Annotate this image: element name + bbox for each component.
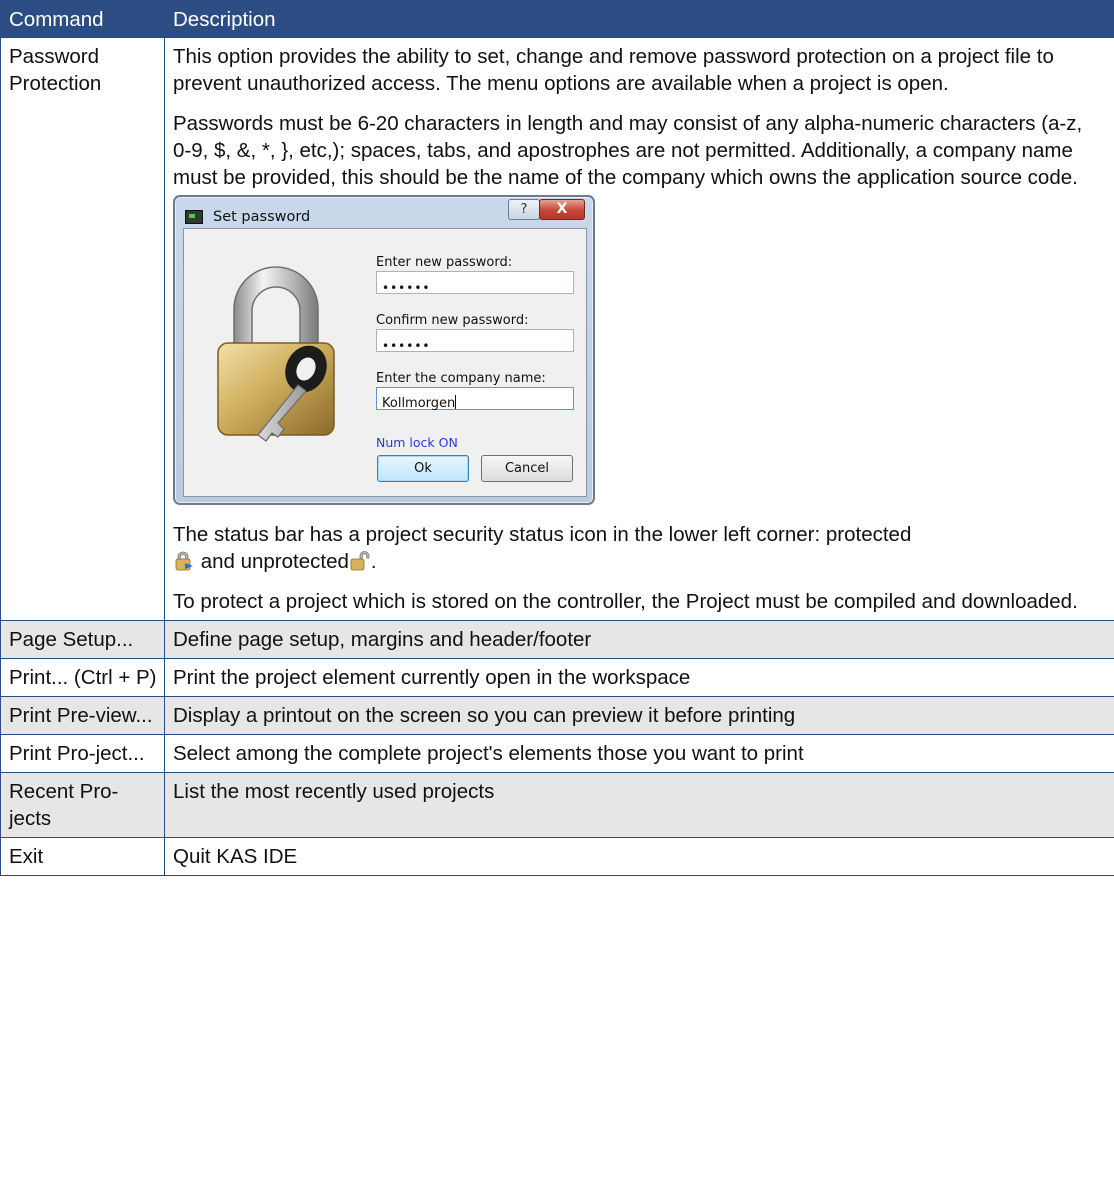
lock-closed-icon bbox=[175, 551, 193, 571]
ok-button[interactable]: Ok bbox=[377, 455, 469, 482]
confirm-password-field[interactable]: •••••• bbox=[376, 329, 574, 353]
command-table: Command Description Password Protection … bbox=[0, 0, 1114, 876]
dialog-titlebar: Set password bbox=[185, 205, 310, 229]
table-row: Recent Pro-jects List the most recently … bbox=[0, 772, 1114, 838]
table-row: Password Protection This option provides… bbox=[0, 37, 1114, 621]
description-cell: This option provides the ability to set,… bbox=[164, 37, 1114, 621]
padlock-key-icon bbox=[217, 266, 335, 442]
numlock-status: Num lock ON bbox=[376, 435, 458, 450]
table-row: Print... (Ctrl + P) Print the project el… bbox=[0, 658, 1114, 697]
table-row: Print Pre-view... Display a printout on … bbox=[0, 696, 1114, 735]
status-text-mid: and unprotected bbox=[200, 550, 349, 573]
description-paragraph: To protect a project which is stored on … bbox=[173, 590, 1078, 613]
command-cell: Print Pro-ject... bbox=[0, 734, 165, 773]
command-cell: Recent Pro-jects bbox=[0, 772, 165, 838]
close-button[interactable]: X bbox=[539, 199, 585, 220]
dialog-body: Enter new password: •••••• Confirm new p… bbox=[183, 228, 587, 497]
company-name-field[interactable]: Kollmorgen bbox=[376, 387, 574, 411]
status-text-end: . bbox=[370, 550, 377, 573]
app-window-icon bbox=[185, 210, 203, 224]
status-paragraph: The status bar has a project security st… bbox=[173, 521, 1106, 575]
header-command: Command bbox=[0, 0, 165, 38]
description-paragraph: Passwords must be 6-20 characters in len… bbox=[173, 112, 1083, 189]
description-cell: Select among the complete project's elem… bbox=[164, 734, 1114, 773]
help-button[interactable]: ? bbox=[508, 199, 540, 220]
description-paragraph: This option provides the ability to set,… bbox=[173, 45, 1054, 95]
table-row: Print Pro-ject... Select among the compl… bbox=[0, 734, 1114, 773]
lock-open-icon bbox=[350, 551, 370, 571]
command-cell: Exit bbox=[0, 837, 165, 876]
new-password-field[interactable]: •••••• bbox=[376, 271, 574, 295]
status-text-prefix: The status bar has a project security st… bbox=[173, 523, 912, 546]
description-cell: Print the project element currently open… bbox=[164, 658, 1114, 697]
text-caret bbox=[455, 395, 457, 409]
table-row: Page Setup... Define page setup, margins… bbox=[0, 620, 1114, 659]
command-cell: Print Pre-view... bbox=[0, 696, 165, 735]
header-description: Description bbox=[164, 0, 1114, 38]
description-cell: Quit KAS IDE bbox=[164, 837, 1114, 876]
command-cell: Print... (Ctrl + P) bbox=[0, 658, 165, 697]
cancel-button[interactable]: Cancel bbox=[481, 455, 573, 482]
description-cell: Define page setup, margins and header/fo… bbox=[164, 620, 1114, 659]
table-row: Exit Quit KAS IDE bbox=[0, 837, 1114, 876]
company-name-value: Kollmorgen bbox=[382, 396, 456, 411]
description-cell: Display a printout on the screen so you … bbox=[164, 696, 1114, 735]
table-header-row: Command Description bbox=[0, 0, 1114, 38]
dialog-title: Set password bbox=[213, 208, 311, 225]
set-password-dialog: Set password ? X Enter new password: •••… bbox=[173, 195, 595, 505]
command-cell: Password Protection bbox=[0, 37, 165, 621]
command-cell: Page Setup... bbox=[0, 620, 165, 659]
description-cell: List the most recently used projects bbox=[164, 772, 1114, 838]
